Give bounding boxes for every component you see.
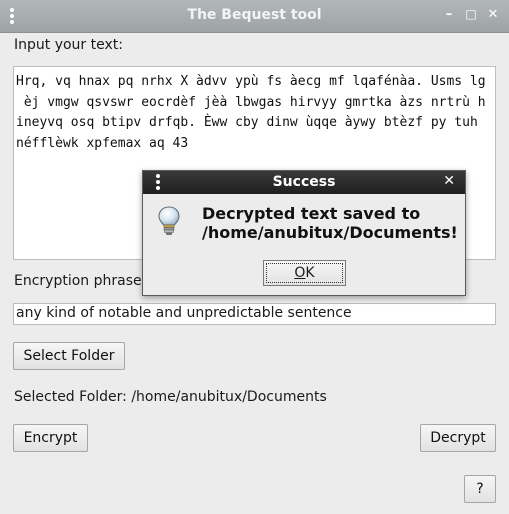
encryption-phrase-input[interactable]: any kind of notable and unpredictable se… <box>13 303 496 325</box>
close-icon[interactable]: ✕ <box>485 7 501 22</box>
lightbulb-icon <box>158 206 180 235</box>
dialog-titlebar[interactable]: Success ✕ <box>143 171 465 194</box>
dialog-message-line2: /home/anubitux/Documents! <box>202 223 458 242</box>
dialog-message: Decrypted text saved to /home/anubitux/D… <box>202 204 464 242</box>
input-text-content: Hrq, vq hnax pq nrhx X àdvv ypù fs àecg … <box>16 74 486 151</box>
selected-folder-label: Selected Folder: /home/anubitux/Document… <box>14 389 327 405</box>
dialog-title: Success <box>272 174 336 190</box>
success-dialog: Success ✕ Decrypted text saved to /home/… <box>142 170 466 296</box>
minimize-icon[interactable]: – <box>441 7 457 22</box>
select-folder-button[interactable]: Select Folder <box>13 342 125 370</box>
dialog-message-line1: Decrypted text saved to <box>202 204 421 223</box>
encryption-phrase-label: Encryption phrase: <box>14 273 147 289</box>
encrypt-button[interactable]: Encrypt <box>13 424 88 452</box>
help-button[interactable]: ? <box>464 475 496 503</box>
ok-label-rest: K <box>305 265 315 281</box>
input-label: Input your text: <box>14 37 123 53</box>
ok-mnemonic: O <box>294 265 306 281</box>
maximize-icon[interactable]: □ <box>463 7 479 21</box>
dialog-close-icon[interactable]: ✕ <box>443 173 455 189</box>
decrypt-button[interactable]: Decrypt <box>420 424 496 452</box>
window-titlebar[interactable]: The Bequest tool – □ ✕ <box>0 0 509 33</box>
window-title: The Bequest tool <box>187 7 322 23</box>
ok-button[interactable]: OK <box>263 260 346 286</box>
